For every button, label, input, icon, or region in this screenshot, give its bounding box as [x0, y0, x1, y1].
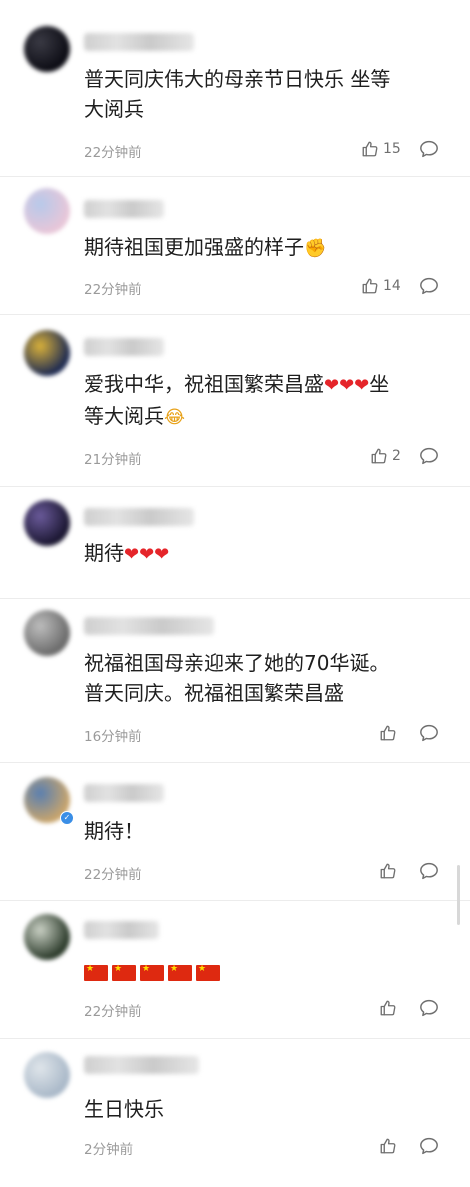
username-blurred[interactable]: [84, 508, 194, 526]
avatar[interactable]: [24, 500, 70, 546]
username-blurred[interactable]: [84, 33, 194, 51]
avatar[interactable]: [24, 26, 70, 72]
thumbs-up-icon: [379, 862, 397, 880]
speech-bubble-icon: [419, 140, 439, 158]
comment-body: 期待祖国更加强盛的样子: [84, 235, 304, 259]
fist-emoji-icon: ✊: [304, 238, 327, 259]
speech-bubble-icon: [419, 724, 439, 742]
comment-text: [84, 956, 454, 986]
comment-timestamp: 22分钟前: [84, 282, 142, 298]
heart-emoji-icon: ❤❤❤: [324, 375, 370, 396]
avatar[interactable]: [24, 610, 70, 656]
divider: [0, 762, 470, 763]
like-count: 15: [383, 141, 401, 157]
username-blurred[interactable]: [84, 338, 164, 356]
like-button[interactable]: 15: [361, 140, 401, 158]
speech-bubble-icon: [419, 999, 439, 1017]
like-button[interactable]: [379, 999, 397, 1017]
speech-bubble-icon: [419, 1137, 439, 1155]
reply-button[interactable]: [419, 447, 439, 465]
username-blurred[interactable]: [84, 617, 214, 635]
thumbs-up-icon: [361, 277, 379, 295]
comment-list: 普天同庆伟大的母亲节日快乐 坐等 大阅兵 22分钟前 15 期待祖国更加强盛的样子✊ 2…: [0, 0, 470, 1187]
like-button[interactable]: [379, 724, 397, 742]
avatar[interactable]: [24, 188, 70, 234]
avatar[interactable]: [24, 914, 70, 960]
reply-button[interactable]: [419, 1137, 439, 1155]
comment-text: 爱我中华，祝祖国繁荣昌盛❤❤❤坐 等大阅兵😂: [84, 369, 454, 433]
comment-text: 期待！: [84, 816, 454, 846]
china-flag-emoji-icon: [168, 964, 192, 981]
verified-badge-icon: ✓: [60, 811, 74, 825]
thumbs-up-icon: [379, 1137, 397, 1155]
comment-body: 普天同庆伟大的母亲节日快乐 坐等 大阅兵: [84, 67, 391, 121]
like-count: 2: [392, 448, 401, 464]
china-flag-emoji-icon: [140, 964, 164, 981]
avatar[interactable]: [24, 1052, 70, 1098]
china-flag-emoji-icon: [112, 964, 136, 981]
username-blurred[interactable]: [84, 921, 159, 939]
comment-timestamp: 2分钟前: [84, 1142, 134, 1158]
reply-button[interactable]: [419, 140, 439, 158]
laughing-emoji-icon: 😂: [164, 407, 186, 428]
reply-button[interactable]: [419, 999, 439, 1017]
comment-body: 爱我中华，祝祖国繁荣昌盛: [84, 372, 324, 396]
comment-text: 祝福祖国母亲迎来了她的70华诞。 普天同庆。祝福祖国繁荣昌盛: [84, 648, 454, 708]
username-blurred[interactable]: [84, 200, 164, 218]
username-blurred[interactable]: [84, 784, 164, 802]
username-blurred[interactable]: [84, 1056, 199, 1074]
thumbs-up-icon: [379, 724, 397, 742]
thumbs-up-icon: [370, 447, 388, 465]
like-count: 14: [383, 278, 401, 294]
comment-timestamp: 16分钟前: [84, 729, 142, 745]
divider: [0, 176, 470, 177]
like-button[interactable]: 14: [361, 277, 401, 295]
divider: [0, 900, 470, 901]
reply-button[interactable]: [419, 862, 439, 880]
thumbs-up-icon: [379, 999, 397, 1017]
like-button[interactable]: [379, 862, 397, 880]
reply-button[interactable]: [419, 724, 439, 742]
comment-timestamp: 21分钟前: [84, 452, 142, 468]
like-button[interactable]: 2: [370, 447, 401, 465]
speech-bubble-icon: [419, 447, 439, 465]
comment-body: 期待！: [84, 819, 144, 843]
comment-text: 期待❤❤❤: [84, 538, 454, 570]
comment-body: 期待: [84, 541, 124, 565]
reply-button[interactable]: [419, 277, 439, 295]
avatar[interactable]: [24, 330, 70, 376]
divider: [0, 1038, 470, 1039]
comment-body: 祝福祖国母亲迎来了她的70华诞。 普天同庆。祝福祖国繁荣昌盛: [84, 651, 390, 705]
scrollbar[interactable]: [457, 865, 460, 925]
divider: [0, 486, 470, 487]
divider: [0, 314, 470, 315]
comment-timestamp: 22分钟前: [84, 867, 142, 883]
comment-timestamp: 22分钟前: [84, 145, 142, 161]
thumbs-up-icon: [361, 140, 379, 158]
speech-bubble-icon: [419, 862, 439, 880]
comment-text: 普天同庆伟大的母亲节日快乐 坐等 大阅兵: [84, 64, 454, 124]
comment-timestamp: 22分钟前: [84, 1004, 142, 1020]
china-flag-emoji-icon: [84, 964, 108, 981]
comment-body: 生日快乐: [84, 1097, 164, 1121]
heart-emoji-icon: ❤❤❤: [124, 544, 170, 565]
china-flag-emoji-icon: [196, 964, 220, 981]
like-button[interactable]: [379, 1137, 397, 1155]
speech-bubble-icon: [419, 277, 439, 295]
comment-text: 期待祖国更加强盛的样子✊: [84, 232, 454, 264]
divider: [0, 598, 470, 599]
comment-text: 生日快乐: [84, 1094, 454, 1124]
